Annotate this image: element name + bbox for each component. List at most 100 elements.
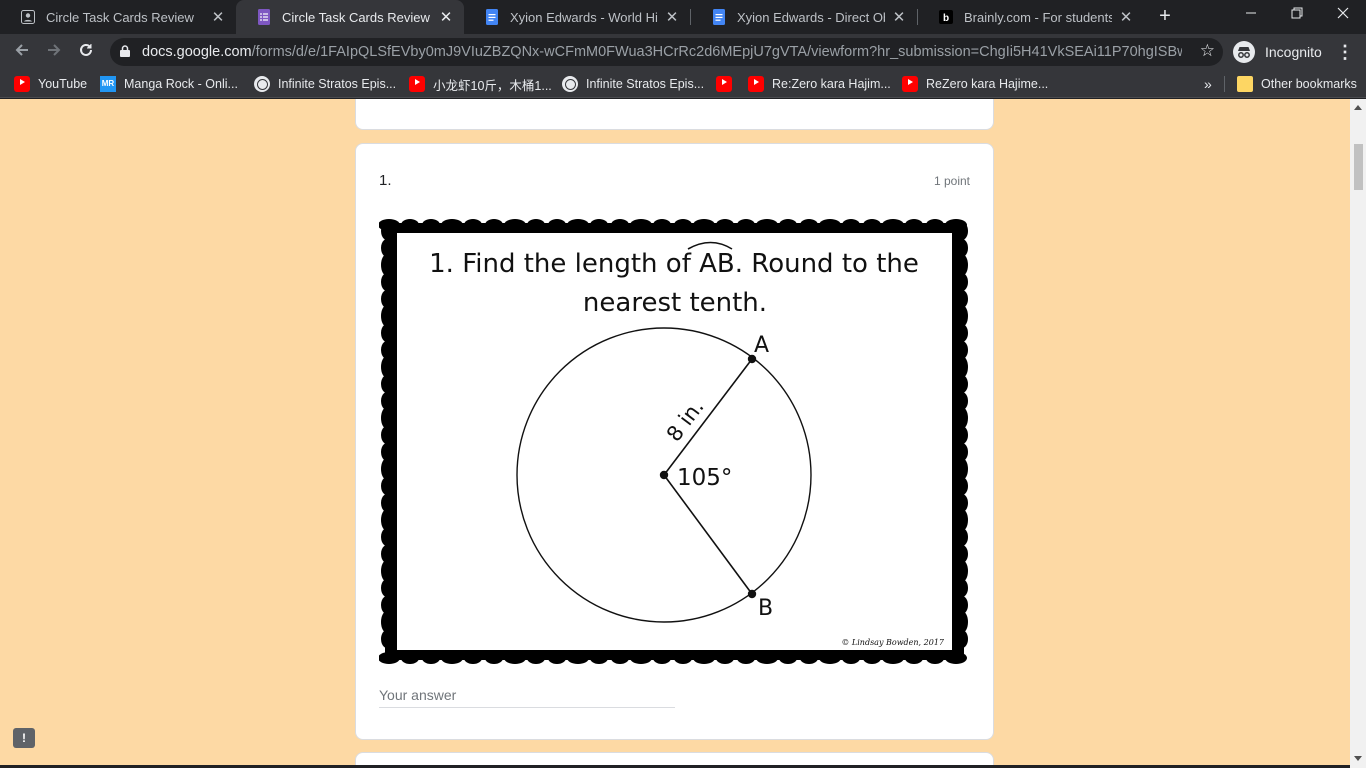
close-tab-icon[interactable]: ✕ [210, 8, 226, 26]
new-tab-button[interactable]: + [1154, 5, 1176, 27]
border-scallop [441, 652, 463, 664]
bookmark-youtube[interactable]: YouTube [14, 74, 87, 94]
border-scallop [956, 579, 968, 597]
bookmark-infinite-stratos-1[interactable]: Infinite Stratos Epis... [254, 74, 396, 94]
border-scallop [956, 458, 968, 480]
mangarock-icon: MR [100, 76, 116, 92]
border-scallop [956, 426, 968, 444]
border-scallop [504, 652, 526, 664]
border-scallop [842, 219, 860, 231]
border-scallop [956, 324, 968, 342]
question-image: 1. Find the length of AB. Round to the n… [379, 219, 968, 664]
youtube-icon [748, 76, 764, 92]
border-scallop [882, 219, 904, 231]
border-scallop [956, 222, 968, 240]
border-scallop [905, 652, 923, 664]
tab-circle-task-cards-1[interactable]: Circle Task Cards Review ✕ [0, 0, 236, 34]
bookmark-crayfish[interactable]: 小龙虾10斤，木桶1... [409, 74, 552, 94]
bookmark-youtube-unnamed[interactable] [716, 74, 740, 94]
address-bar[interactable]: docs.google.com/forms/d/e/1FAIpQLSfEVby0… [110, 38, 1223, 66]
border-scallop [800, 652, 818, 664]
other-bookmarks-folder[interactable]: Other bookmarks [1237, 74, 1357, 94]
youtube-icon [902, 76, 918, 92]
tab-circle-task-cards-2[interactable]: Circle Task Cards Review ✕ [236, 0, 464, 34]
incognito-icon [1233, 41, 1255, 63]
close-window-button[interactable] [1320, 0, 1366, 30]
border-scallop [401, 652, 419, 664]
browser-menu-button[interactable]: ⋮ [1336, 40, 1354, 64]
url-text: docs.google.com/forms/d/e/1FAIpQLSfEVby0… [142, 44, 1182, 60]
bookmark-manga-rock[interactable]: MR Manga Rock - Onli... [100, 74, 238, 94]
image-credit: © Lindsay Bowden, 2017 [841, 638, 945, 647]
border-scallop [674, 219, 692, 231]
scroll-down-arrow-icon[interactable] [1354, 756, 1362, 761]
answer-input[interactable] [379, 682, 675, 708]
border-scallop [956, 356, 968, 378]
border-scallop [863, 219, 881, 231]
border-scallop [401, 219, 419, 231]
restore-button[interactable] [1274, 0, 1320, 30]
point-a-label: A [754, 333, 769, 358]
border-scallop [464, 219, 482, 231]
border-scallop [548, 219, 566, 231]
border-scallop [381, 324, 393, 342]
forward-arrow-icon [48, 44, 61, 56]
previous-card [355, 99, 994, 130]
border-scallop [716, 219, 734, 231]
border-scallop [905, 219, 923, 231]
incognito-badge[interactable]: Incognito [1233, 39, 1322, 65]
google-docs-icon [711, 9, 727, 25]
back-button[interactable] [10, 40, 34, 64]
border-scallop [956, 305, 968, 327]
border-scallop [527, 652, 545, 664]
bookmark-star-icon[interactable]: ☆ [1200, 41, 1215, 61]
close-tab-icon[interactable]: ✕ [891, 8, 907, 26]
border-scallop [674, 652, 692, 664]
tab-direct-object[interactable]: Xyion Edwards - Direct Object ✕ [691, 0, 917, 34]
forward-button[interactable] [42, 40, 66, 64]
bookmark-rezero-2[interactable]: ReZero kara Hajime... [902, 74, 1048, 94]
border-scallop [693, 652, 715, 664]
close-tab-icon[interactable]: ✕ [1118, 8, 1134, 26]
bookmark-label: 小龙虾10斤，木桶1... [433, 78, 552, 93]
border-scallop [956, 611, 968, 633]
border-scallop [653, 652, 671, 664]
border-scallop [737, 219, 755, 231]
youtube-icon [409, 76, 425, 92]
bookmark-rezero-1[interactable]: Re:Zero kara Hajim... [748, 74, 891, 94]
browser-toolbar: docs.google.com/forms/d/e/1FAIpQLSfEVby0… [0, 34, 1366, 70]
more-bookmarks-button[interactable]: » [1204, 74, 1212, 94]
border-scallop [693, 219, 715, 231]
tab-world-history[interactable]: Xyion Edwards - World History ✕ [464, 0, 690, 34]
close-tab-icon[interactable]: ✕ [664, 8, 680, 26]
border-scallop [956, 273, 968, 291]
center-point [659, 470, 669, 480]
border-scallop [381, 222, 393, 240]
close-tab-icon[interactable]: ✕ [438, 8, 454, 26]
youtube-icon [716, 76, 732, 92]
border-scallop [381, 407, 393, 429]
scroll-up-arrow-icon[interactable] [1354, 105, 1362, 110]
globe-icon [562, 76, 578, 92]
bookmark-label: Manga Rock - Onli... [124, 77, 238, 91]
page-scrollbar[interactable] [1350, 99, 1366, 768]
globe-icon [254, 76, 270, 92]
minimize-button[interactable] [1228, 0, 1274, 30]
tab-brainly[interactable]: b Brainly.com - For students. By ✕ [918, 0, 1144, 34]
scrollbar-thumb[interactable] [1354, 144, 1363, 190]
border-scallop [381, 426, 393, 444]
border-scallop [422, 219, 440, 231]
border-scallop [956, 375, 968, 393]
border-scallop [379, 652, 400, 664]
tab-title: Circle Task Cards Review [282, 9, 430, 25]
border-scallop [381, 630, 393, 648]
border-scallop [381, 305, 393, 327]
border-scallop [819, 652, 841, 664]
feedback-icon[interactable]: ! [13, 728, 35, 748]
border-scallop [630, 652, 652, 664]
reload-button[interactable] [74, 40, 98, 64]
border-scallop [956, 477, 968, 495]
border-scallop [956, 509, 968, 531]
bookmark-infinite-stratos-2[interactable]: Infinite Stratos Epis... [562, 74, 704, 94]
question-number: 1. [379, 172, 392, 189]
